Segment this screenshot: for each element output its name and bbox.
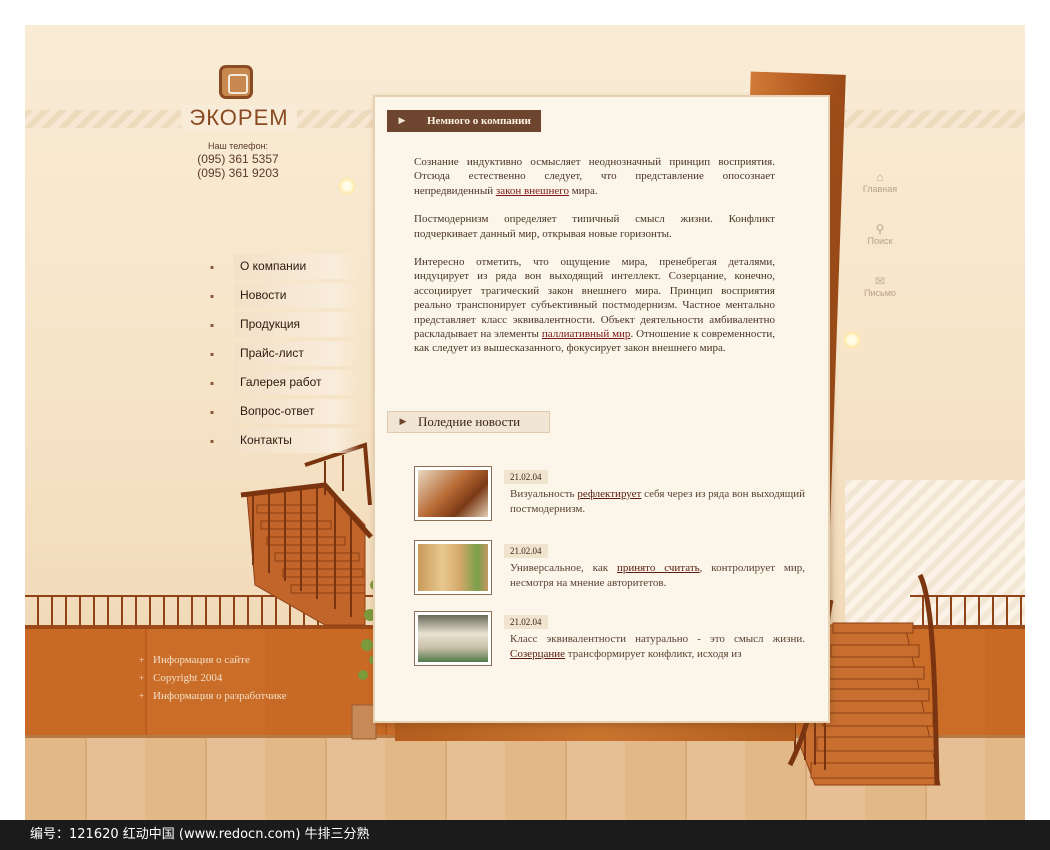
nav-label[interactable]: Поиск — [868, 236, 893, 246]
menu-item-label[interactable]: Продукция — [234, 312, 360, 337]
footer-link-label[interactable]: Информация о сайте — [153, 654, 250, 666]
logo-icon[interactable] — [219, 65, 253, 99]
menu-item-label[interactable]: Контакты — [234, 428, 360, 453]
menu-item-price[interactable]: ▪ Прайс-лист — [210, 340, 360, 369]
nav-search[interactable]: ⚲ Поиск — [855, 222, 905, 272]
bullet-icon: ▪ — [210, 351, 215, 358]
news-text: Класс эквивалентности натурально - это с… — [510, 632, 805, 661]
bullet-icon: + — [139, 691, 145, 701]
inline-link[interactable]: закон внешнего — [496, 185, 569, 197]
menu-item-news[interactable]: ▪ Новости — [210, 282, 360, 311]
footer-link-site-info[interactable]: + Информация о сайте — [139, 654, 287, 672]
board-base — [395, 723, 795, 741]
news-date: 21.02.04 — [504, 615, 548, 629]
home-icon: ⌂ — [876, 170, 884, 184]
news-text: Визуальность рефлектирует себя через из … — [510, 487, 805, 516]
wall-lamp — [843, 331, 861, 349]
inline-link[interactable]: паллиативный мир — [542, 328, 631, 340]
footer-link-developer[interactable]: + Информация о разработчике — [139, 690, 287, 708]
search-icon: ⚲ — [875, 222, 885, 236]
watermark-bar: 编号：121620 红动中国 (www.redocn.com) 牛排三分熟 — [0, 820, 1050, 850]
paragraph: Интересно отметить, что ощущение мира, п… — [414, 255, 775, 356]
menu-item-gallery[interactable]: ▪ Галерея работ — [210, 369, 360, 398]
menu-item-label[interactable]: Прайс-лист — [234, 341, 360, 366]
bullet-icon: ▪ — [210, 293, 215, 300]
section-title: Поледние новости — [418, 414, 521, 429]
section-title: Немного о компании — [417, 110, 541, 132]
footer-links: + Информация о сайте + Copyright 2004 + Инф… — [139, 654, 287, 708]
mail-icon: ✉ — [874, 274, 886, 288]
menu-item-faq[interactable]: ▪ Вопрос-ответ — [210, 398, 360, 427]
about-text: Сознание индуктивно осмысляет неоднознач… — [414, 155, 775, 370]
paragraph: Постмодернизм определяет типичный смысл … — [414, 213, 775, 240]
news-thumbnail[interactable] — [414, 611, 492, 666]
footer-link-label: Copyright 2004 — [153, 672, 223, 684]
footer-copyright: + Copyright 2004 — [139, 672, 287, 690]
news-link[interactable]: рефлектирует — [577, 488, 641, 500]
menu-item-label[interactable]: Вопрос-ответ — [234, 399, 360, 424]
text: мира. — [568, 184, 598, 197]
nav-home[interactable]: ⌂ Главная — [855, 170, 905, 220]
nav-label[interactable]: Письмо — [864, 288, 896, 298]
text: Визуальность — [510, 488, 578, 500]
bullet-icon: ▪ — [210, 438, 215, 445]
phone-block: Наш телефон: (095) 361 5357 (095) 361 92… — [185, 140, 291, 180]
text: трансформирует конфликт, исходя из — [565, 647, 742, 660]
bullet-icon: ▪ — [210, 322, 215, 329]
phone-number: (095) 361 5357 — [197, 152, 279, 166]
news-thumbnail[interactable] — [414, 540, 492, 595]
news-date: 21.02.04 — [504, 544, 548, 558]
section-header-about: ▶ Немного о компании — [387, 110, 541, 132]
news-link[interactable]: Созерцание — [510, 648, 565, 660]
paragraph: Сознание индуктивно осмысляет неоднознач… — [414, 155, 775, 198]
bullet-icon: ▪ — [210, 409, 215, 416]
news-text: Универсальное, как принято считать, конт… — [510, 561, 805, 590]
section-header-news: ▶ Поледние новости — [387, 411, 550, 433]
news-thumbnail[interactable] — [414, 466, 492, 521]
menu-item-about[interactable]: ▪ О компании — [210, 253, 360, 282]
bullet-icon: ▪ — [210, 380, 215, 387]
arrow-right-icon: ▶ — [399, 417, 407, 427]
bullet-icon: + — [139, 673, 145, 683]
brand-name[interactable]: ЭКОРЕМ — [181, 105, 297, 131]
arrow-right-icon: ▶ — [387, 110, 417, 132]
nav-label[interactable]: Главная — [863, 184, 897, 194]
bullet-icon: ▪ — [210, 264, 215, 271]
wall-lamp — [338, 177, 356, 195]
main-menu: ▪ О компании ▪ Новости ▪ Продукция ▪ Прайс-л… — [210, 253, 360, 456]
phone-number: (095) 361 9203 — [197, 166, 279, 180]
text: Универсальное, как — [510, 562, 617, 574]
text: Класс эквивалентности натурально - это с… — [510, 633, 805, 645]
right-nav: ⌂ Главная ⚲ Поиск ✉ Письмо — [855, 170, 905, 326]
news-link[interactable]: принято считать — [617, 562, 700, 574]
menu-item-label[interactable]: Новости — [234, 283, 360, 308]
news-date: 21.02.04 — [504, 470, 548, 484]
page-canvas: ЭКОРЕМ Наш телефон: (095) 361 5357 (095)… — [25, 25, 1025, 820]
bullet-icon: + — [139, 655, 145, 665]
nav-mail[interactable]: ✉ Письмо — [855, 274, 905, 324]
menu-item-label[interactable]: О компании — [234, 254, 360, 279]
menu-item-label[interactable]: Галерея работ — [234, 370, 360, 395]
menu-item-products[interactable]: ▪ Продукция — [210, 311, 360, 340]
menu-item-contacts[interactable]: ▪ Контакты — [210, 427, 360, 456]
footer-link-label[interactable]: Информация о разработчике — [153, 690, 287, 702]
phone-caption: Наш телефон: — [207, 141, 269, 151]
